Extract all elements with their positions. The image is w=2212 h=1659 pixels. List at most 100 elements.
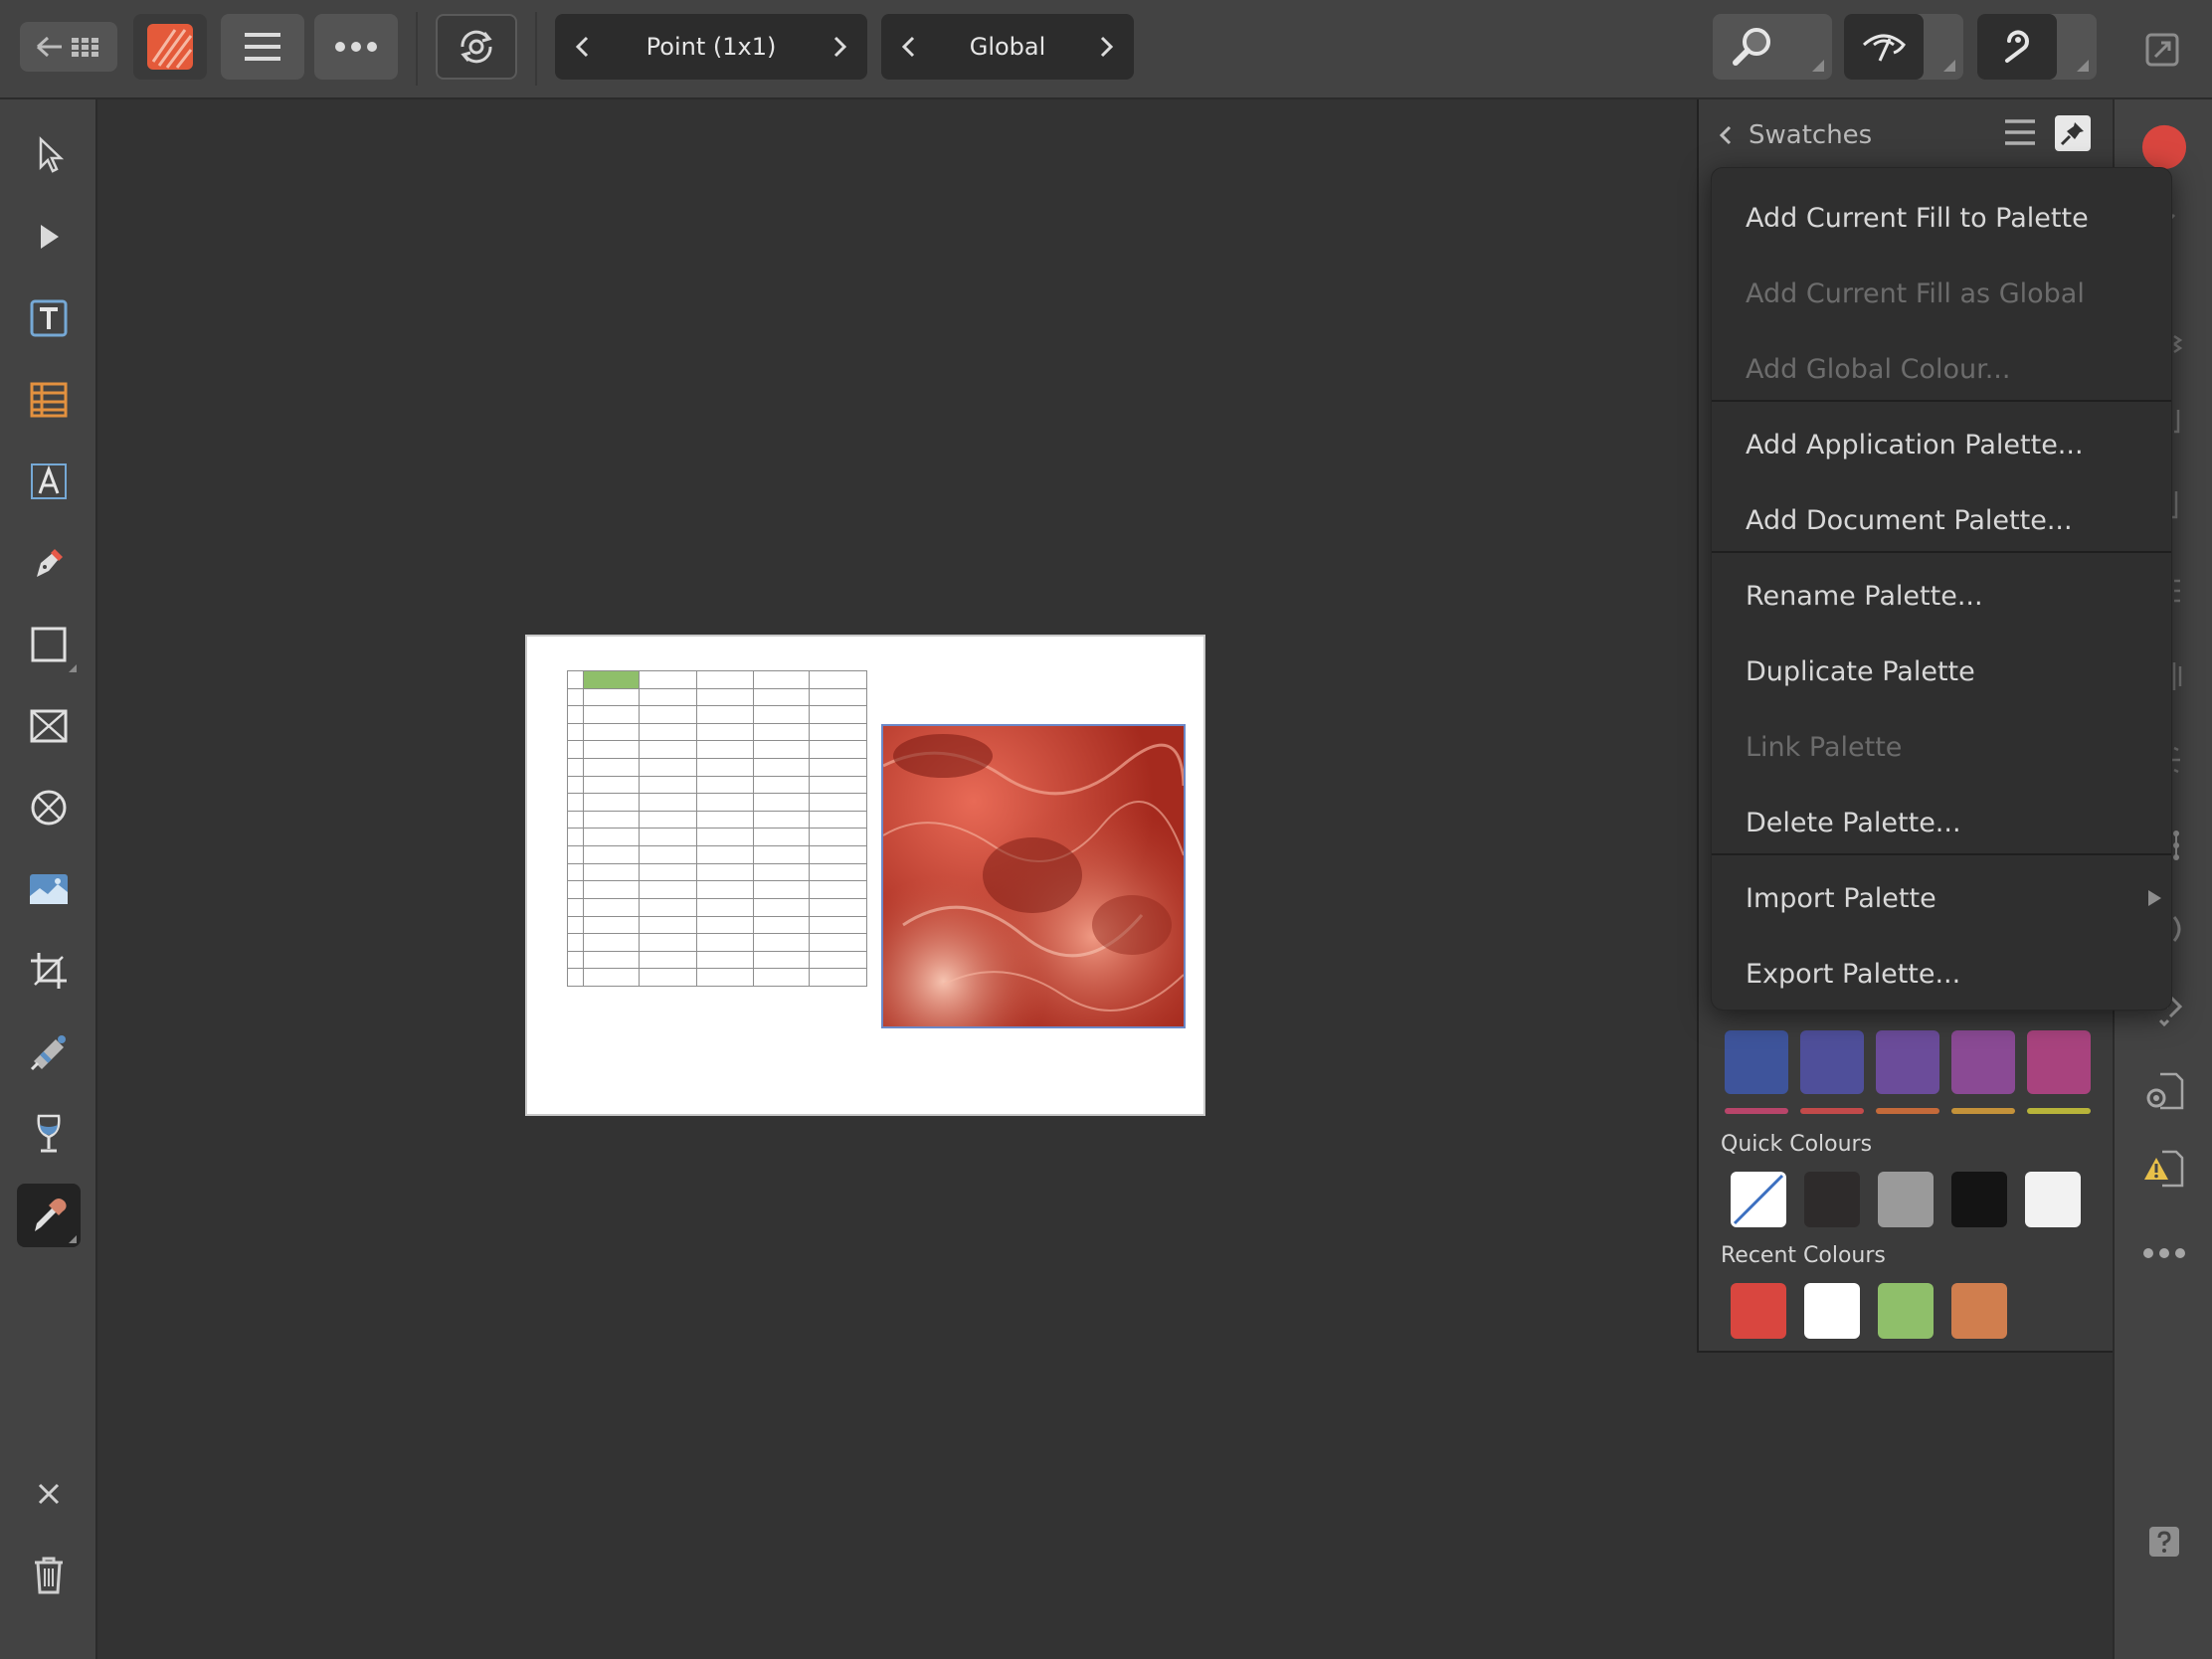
swatch[interactable]: [1725, 1030, 1788, 1094]
trash-icon: [35, 1557, 63, 1594]
table-row: [567, 845, 867, 864]
close-icon: [38, 1483, 60, 1505]
menu-item-export-palette[interactable]: Export Palette...: [1712, 936, 2171, 1010]
menu-item-delete-palette[interactable]: Delete Palette...: [1712, 785, 2171, 860]
table-row: [567, 968, 867, 987]
swatch[interactable]: [1951, 1172, 2007, 1227]
swatch[interactable]: [1878, 1172, 1934, 1227]
chevron-left-icon[interactable]: [893, 27, 923, 67]
swatch[interactable]: [1731, 1283, 1786, 1339]
chevron-left-icon[interactable]: [1719, 124, 1733, 146]
rectangle-tool[interactable]: [17, 613, 81, 676]
image-icon: [30, 874, 68, 904]
fullscreen-button[interactable]: [2144, 32, 2180, 68]
ellipsis-icon: [2143, 1248, 2185, 1258]
menu-item-rename-palette[interactable]: Rename Palette...: [1712, 558, 2171, 634]
panel-header[interactable]: Swatches: [1719, 115, 1872, 155]
swatch[interactable]: [1804, 1172, 1860, 1227]
flyout-corner: [2077, 60, 2089, 72]
toolbar-separator: [416, 12, 418, 86]
swatch[interactable]: [1951, 1108, 2015, 1114]
transparency-glass-tool[interactable]: [17, 1102, 81, 1166]
swatch[interactable]: [1951, 1030, 2015, 1094]
artistic-text-icon: [31, 463, 67, 499]
menu-item-duplicate-palette[interactable]: Duplicate Palette: [1712, 634, 2171, 709]
document-setup-studio-tab[interactable]: [2140, 1068, 2188, 1116]
publisher-persona-button[interactable]: [133, 14, 207, 80]
menu-button[interactable]: [221, 14, 304, 80]
selected-cell[interactable]: [582, 670, 640, 689]
assistant-button[interactable]: [1977, 14, 2097, 80]
more-button[interactable]: [314, 14, 398, 80]
frame-text-icon: [30, 299, 68, 337]
view-mode-button[interactable]: [1844, 14, 1963, 80]
back-grid-icon: [36, 36, 98, 58]
menu-item-import-palette[interactable]: Import Palette: [1712, 860, 2171, 936]
zoom-button[interactable]: [1713, 14, 1832, 80]
picture-frame-tool[interactable]: [17, 694, 81, 758]
hamburger-icon: [2005, 119, 2035, 145]
pointer-arrow-icon: [39, 136, 65, 173]
swatch[interactable]: [1878, 1283, 1934, 1339]
table-row: [567, 933, 867, 952]
swatch[interactable]: [1800, 1108, 1864, 1114]
crop-tool[interactable]: [17, 939, 81, 1003]
gradient-fill-icon: [30, 1035, 66, 1071]
table-row: [567, 740, 867, 760]
colour-picker-tool[interactable]: [17, 1184, 81, 1247]
menu-item-add-document-palette[interactable]: Add Document Palette...: [1712, 482, 2171, 558]
table-row: [567, 793, 867, 812]
chevron-left-icon[interactable]: [567, 27, 597, 67]
transparency-tool[interactable]: [17, 1020, 81, 1084]
close-button[interactable]: [17, 1462, 81, 1526]
swatch[interactable]: [1951, 1283, 2007, 1339]
back-to-documents-button[interactable]: [20, 22, 117, 72]
pen-tool[interactable]: [17, 531, 81, 595]
delete-button[interactable]: [17, 1544, 81, 1607]
swatch[interactable]: [2025, 1172, 2081, 1227]
menu-item-import-palette-label: Import Palette: [1746, 882, 1936, 914]
swatches-panel-menu: Add Current Fill to Palette Add Current …: [1711, 167, 2172, 1011]
table-object[interactable]: [567, 670, 867, 987]
snapping-button[interactable]: [436, 14, 517, 80]
panel-menu-button[interactable]: [2003, 117, 2037, 147]
swatch-none[interactable]: [1731, 1172, 1786, 1227]
frame-text-tool[interactable]: [17, 286, 81, 350]
colour-mode-selector[interactable]: Global: [881, 14, 1134, 80]
swatch[interactable]: [1725, 1108, 1788, 1114]
help-button[interactable]: [2140, 1518, 2188, 1566]
pin-panel-button[interactable]: [2055, 115, 2091, 151]
place-image-tool[interactable]: [17, 857, 81, 921]
submenu-arrow-icon: [2148, 890, 2161, 906]
more-studios-button[interactable]: [2140, 1229, 2188, 1277]
swatch[interactable]: [1876, 1108, 1939, 1114]
recent-colours-row: [1731, 1283, 2007, 1339]
swatch[interactable]: [2027, 1108, 2091, 1114]
menu-separator: [1712, 551, 2171, 553]
texture-image[interactable]: [881, 724, 1186, 1028]
swatch[interactable]: [1800, 1030, 1864, 1094]
swatch[interactable]: [1804, 1283, 1860, 1339]
snapping-magnet-icon: [461, 30, 492, 64]
crop-icon: [31, 953, 67, 989]
chevron-right-icon[interactable]: [826, 27, 855, 67]
menu-item-add-application-palette[interactable]: Add Application Palette...: [1712, 407, 2171, 482]
chevron-right-icon[interactable]: [1092, 27, 1122, 67]
picture-frame-rectangle-icon: [30, 709, 68, 743]
table-row: [567, 950, 867, 970]
picture-frame-ellipse-tool[interactable]: [17, 776, 81, 839]
menu-item-link-palette: Link Palette: [1746, 731, 1903, 763]
swatch[interactable]: [2027, 1030, 2091, 1094]
menu-item-add-current-fill[interactable]: Add Current Fill to Palette: [1712, 180, 2171, 256]
move-tool[interactable]: [17, 123, 81, 187]
document-page[interactable]: [525, 635, 1205, 1116]
document-canvas[interactable]: [99, 99, 1697, 1659]
node-tool[interactable]: [17, 205, 81, 269]
artistic-text-tool[interactable]: [17, 450, 81, 513]
colour-studio-tab[interactable]: [2140, 123, 2188, 171]
right-top-toolbar: [1699, 0, 2212, 99]
table-tool[interactable]: [17, 368, 81, 432]
swatch[interactable]: [1876, 1030, 1939, 1094]
preflight-studio-tab[interactable]: [2140, 1146, 2188, 1194]
snapping-mode-selector[interactable]: Point (1x1): [555, 14, 867, 80]
